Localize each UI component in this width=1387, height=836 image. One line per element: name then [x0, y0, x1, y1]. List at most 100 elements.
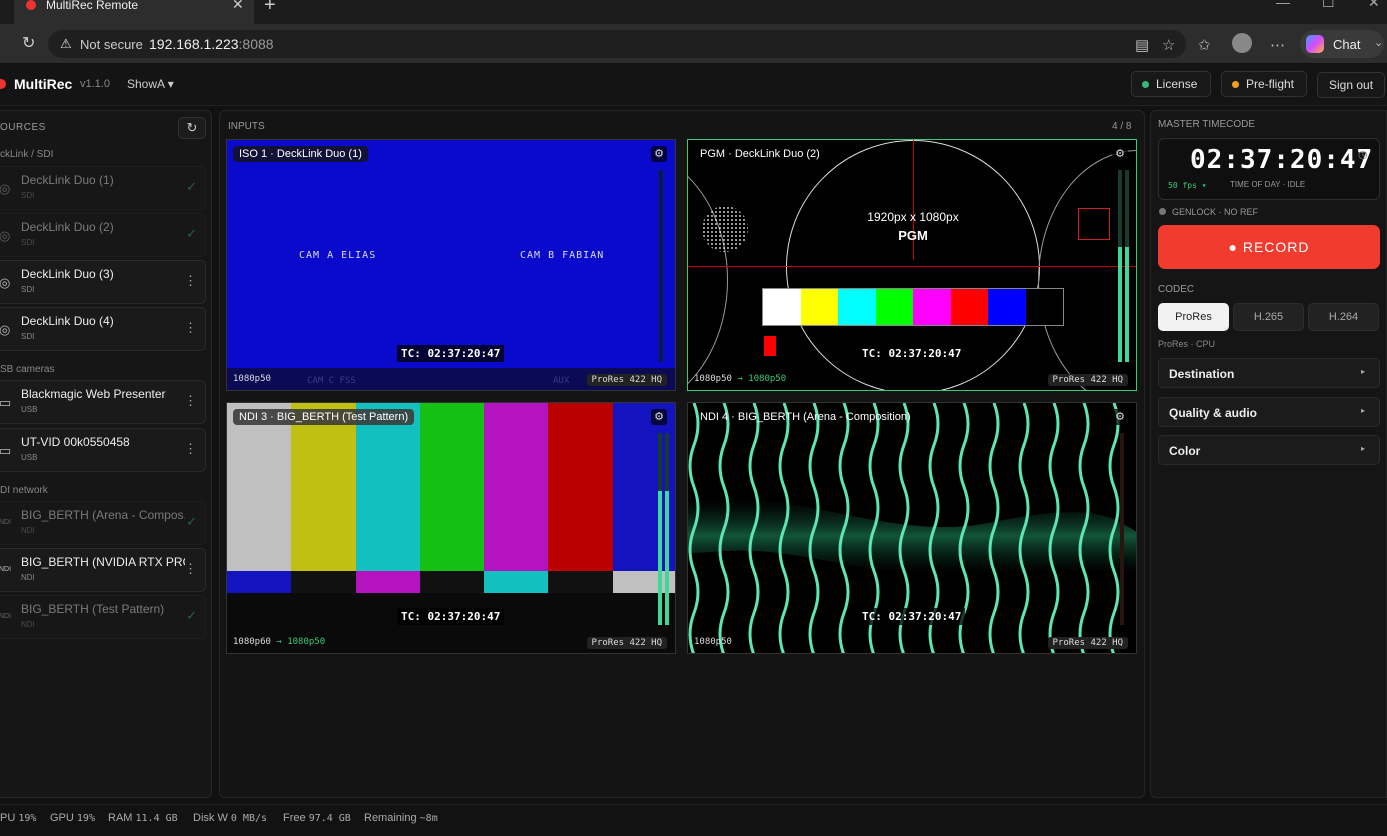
maximize-icon[interactable]: ☐ — [1322, 0, 1335, 11]
favorites-icon[interactable]: ✩ — [1198, 36, 1211, 54]
check-icon: ✓ — [186, 608, 197, 623]
refresh-sources-button[interactable]: ↻ — [178, 117, 206, 139]
res-in: 1080p50 — [694, 637, 732, 647]
record-button[interactable]: ● RECORD — [1158, 225, 1380, 269]
codec-subtitle: ProRes · CPU — [1158, 339, 1216, 349]
group-label-usb: SB cameras — [0, 364, 55, 375]
camera-icon: ▭ — [0, 443, 12, 458]
cube-wire — [1078, 208, 1110, 240]
input-tile-iso1[interactable]: CAM A ELIAS CAM B FABIAN CAM C FSS AUX T… — [226, 139, 676, 391]
source-name: BIG_BERTH (Arena - Compos... — [21, 508, 185, 522]
res-in: 1080p60 — [233, 637, 271, 647]
source-name: DeckLink Duo (2) — [21, 220, 114, 234]
source-item[interactable]: ◎ DeckLink Duo (2) SDI ✓ — [0, 213, 206, 257]
url-host: 192.168.1.223 — [149, 36, 239, 52]
ram-label: RAM — [108, 812, 133, 824]
input-tile-ndi4[interactable]: TC: 02:37:20:47 NDI 4 · BIG_BERTH (Arena… — [687, 402, 1137, 654]
source-type: SDI — [21, 191, 35, 200]
license-label: License — [1156, 77, 1198, 91]
favorite-star-icon[interactable]: ☆ — [1162, 36, 1175, 54]
input-tile-ndi3[interactable]: TC: 02:37:20:47 NDI 3 · BIG_BERTH (Test … — [226, 402, 676, 654]
sdi-icon: ◎ — [0, 275, 11, 290]
minimize-icon[interactable]: — — [1276, 0, 1290, 10]
url-port: :8088 — [238, 36, 274, 52]
codec-h264-button[interactable]: H.264 — [1308, 303, 1379, 331]
res-arrow-icon: → — [731, 374, 749, 384]
source-item[interactable]: ◎ DeckLink Duo (3) SDI ⋮ — [0, 260, 206, 304]
window-close-icon[interactable]: ✕ — [1368, 0, 1380, 11]
source-item[interactable]: NDI BIG_BERTH (Arena - Compos... NDI ✓ — [0, 501, 206, 545]
more-menu-icon[interactable]: ⋯ — [1270, 36, 1285, 54]
warning-icon[interactable]: ⚠ — [60, 36, 72, 52]
url-text[interactable]: 192.168.1.223:8088 — [149, 36, 274, 52]
gear-icon[interactable]: ⚙ — [651, 146, 667, 162]
source-item[interactable]: ▭ UT-VID 00k0550458 USB ⋮ — [0, 428, 206, 472]
not-secure-label[interactable]: Not secure — [80, 37, 143, 52]
tile-label: NDI 3 · BIG_BERTH (Test Pattern) — [233, 409, 415, 425]
ram-value: 11.4 GB — [135, 813, 178, 824]
disk-value: 0 MB/s — [230, 813, 268, 824]
profile-avatar[interactable] — [1232, 33, 1252, 53]
codec-title: CODEC — [1158, 284, 1195, 295]
quality-audio-section[interactable]: Quality & audio ▸ — [1158, 397, 1380, 427]
free-label: Free — [283, 812, 306, 824]
more-icon[interactable]: ⋮ — [184, 561, 197, 577]
ram-stat: RAM 11.4 GB — [108, 812, 178, 824]
cpu-value: 19% — [18, 813, 37, 824]
copilot-icon — [1306, 35, 1324, 53]
tile-label: PGM · DeckLink Duo (2) — [694, 146, 826, 162]
disk-stat: Disk W 0 MB/s — [193, 812, 267, 824]
audio-meter-l — [1118, 170, 1122, 362]
master-timecode-value: 02:37:20:47 — [1190, 145, 1374, 175]
destination-section[interactable]: Destination ▸ — [1158, 358, 1380, 388]
new-tab-icon[interactable]: + — [264, 0, 276, 17]
audio-meter — [659, 170, 663, 362]
license-button[interactable]: License — [1131, 71, 1211, 97]
source-item[interactable]: ◎ DeckLink Duo (1) SDI ✓ — [0, 166, 206, 210]
fps-selector[interactable]: 50 fps ▾ — [1168, 181, 1207, 190]
color-bars-strip — [762, 288, 1064, 326]
source-item[interactable]: NDI BIG_BERTH (Test Pattern) NDI ✓ — [0, 595, 206, 639]
more-icon[interactable]: ⋮ — [184, 393, 197, 409]
more-icon[interactable]: ⋮ — [184, 273, 197, 289]
audio-meter-r — [665, 433, 669, 625]
pgm-label: PGM — [898, 228, 928, 243]
preflight-button[interactable]: Pre-flight — [1221, 71, 1307, 97]
remaining-stat: Remaining ~8m — [364, 812, 438, 824]
sign-out-button[interactable]: Sign out — [1317, 72, 1385, 98]
reader-mode-icon[interactable]: ▤ — [1135, 36, 1149, 54]
clock-icon[interactable]: ◷ — [1358, 148, 1368, 161]
source-item[interactable]: ◎ DeckLink Duo (4) SDI ⋮ — [0, 307, 206, 351]
source-type: NDI — [21, 526, 35, 535]
source-type: SDI — [21, 332, 35, 341]
more-icon[interactable]: ⋮ — [184, 320, 197, 336]
res-out: 1080p50 — [748, 374, 787, 384]
master-timecode-title: MASTER TIMECODE — [1158, 119, 1256, 130]
codec-prores-button[interactable]: ProRes — [1158, 303, 1229, 331]
tile-resolution: 1080p50 — [233, 374, 271, 384]
more-icon[interactable]: ⋮ — [184, 441, 197, 457]
tab-close-icon[interactable]: ✕ — [232, 0, 244, 13]
source-name: DeckLink Duo (4) — [21, 314, 114, 328]
gear-icon[interactable]: ⚙ — [651, 409, 667, 425]
cam-c-label: CAM C FSS — [307, 376, 356, 386]
audio-meter-level — [1125, 246, 1129, 362]
color-section[interactable]: Color ▸ — [1158, 435, 1380, 465]
ndi-icon: NDI — [0, 566, 12, 573]
gear-icon[interactable]: ⚙ — [1112, 146, 1128, 162]
codec-h265-button[interactable]: H.265 — [1233, 303, 1304, 331]
timecode-mode: TIME OF DAY · IDLE — [1230, 180, 1306, 189]
show-selector[interactable]: ShowA ▾ — [127, 77, 174, 91]
input-tile-pgm[interactable]: 1920px x 1080px PGM TC: 02:37:20:47 PGM … — [687, 139, 1137, 391]
source-item[interactable]: NDI BIG_BERTH (NVIDIA RTX PRO ... NDI ⋮ — [0, 548, 206, 592]
reload-icon[interactable]: ↻ — [22, 33, 35, 53]
source-item[interactable]: ▭ Blackmagic Web Presenter USB ⋮ — [0, 380, 206, 424]
section-label: Destination — [1169, 367, 1235, 381]
aux-label: AUX — [553, 376, 570, 386]
camera-icon: ▭ — [0, 395, 12, 410]
gear-icon[interactable]: ⚙ — [1112, 409, 1128, 425]
chevron-down-icon[interactable]: ⌄ — [1374, 36, 1383, 49]
license-status-icon — [1142, 81, 1149, 88]
remaining-value: ~8m — [419, 813, 438, 824]
ndi-icon: NDI — [0, 613, 12, 620]
